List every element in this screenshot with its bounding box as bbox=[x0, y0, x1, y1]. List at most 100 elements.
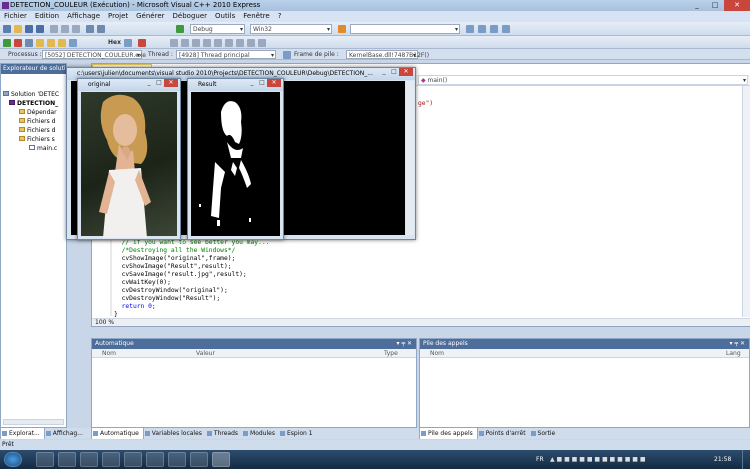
pin-icon[interactable]: ▾ ╤ ✕ bbox=[730, 340, 745, 347]
minimize-button[interactable]: _ bbox=[379, 68, 389, 76]
taskbar-app-icon[interactable] bbox=[80, 452, 98, 467]
result-image-window[interactable]: Result _ □ ✕ bbox=[187, 78, 284, 240]
tab-solution-explorer[interactable]: Explorat... bbox=[0, 428, 45, 439]
column-header-type[interactable]: Type bbox=[384, 349, 398, 358]
toolbar-icon[interactable] bbox=[478, 25, 486, 33]
maximize-button[interactable]: □ bbox=[257, 79, 267, 87]
minimize-button[interactable]: _ bbox=[247, 79, 257, 87]
taskbar-app-icon[interactable] bbox=[124, 452, 142, 467]
close-button[interactable]: ✕ bbox=[267, 79, 281, 87]
hex-toggle[interactable]: Hex bbox=[108, 37, 121, 48]
taskbar-app-icon[interactable] bbox=[168, 452, 186, 467]
horizontal-scrollbar[interactable] bbox=[3, 419, 64, 425]
toolbar-icon[interactable] bbox=[490, 25, 498, 33]
flag-icon[interactable] bbox=[283, 51, 291, 59]
tab-threads[interactable]: Threads bbox=[206, 428, 242, 439]
minimize-button[interactable]: _ bbox=[144, 79, 154, 87]
open-file-icon[interactable] bbox=[14, 25, 22, 33]
menu-edition[interactable]: Edition bbox=[31, 11, 63, 22]
toolbar-icon[interactable] bbox=[502, 25, 510, 33]
toolbar-icon[interactable] bbox=[192, 39, 200, 47]
thread-select[interactable]: [4928] Thread principal bbox=[176, 50, 276, 59]
maximize-button[interactable]: □ bbox=[389, 68, 399, 76]
undo-icon[interactable] bbox=[86, 25, 94, 33]
maximize-button[interactable]: □ bbox=[154, 79, 164, 87]
tree-item-project[interactable]: DETECTION_ bbox=[9, 99, 58, 108]
breakpoint-icon[interactable] bbox=[138, 39, 146, 47]
find-combo[interactable] bbox=[350, 24, 460, 34]
tree-item-main-file[interactable]: main.c bbox=[29, 144, 57, 153]
toolbar-icon[interactable] bbox=[170, 39, 178, 47]
column-header-name[interactable]: Nom bbox=[430, 349, 444, 358]
tab-locals[interactable]: Variables locales bbox=[144, 428, 206, 439]
platform-select[interactable]: Win32 bbox=[250, 24, 332, 34]
tab-output[interactable]: Sortie bbox=[530, 428, 560, 439]
function-dropdown[interactable]: ◆ main() bbox=[418, 75, 748, 85]
close-button[interactable]: ✕ bbox=[399, 68, 413, 76]
taskbar-app-icon[interactable] bbox=[36, 452, 54, 467]
toolbar-icon[interactable] bbox=[466, 25, 474, 33]
tray-icons[interactable]: ▲ ■ ■ ■ ■ ■ ■ ■ ■ ■ ■ ■ ■ bbox=[550, 450, 646, 469]
start-button[interactable] bbox=[4, 452, 22, 467]
menu-fenetre[interactable]: Fenêtre bbox=[239, 11, 273, 22]
show-desktop-button[interactable] bbox=[742, 450, 750, 469]
save-all-icon[interactable] bbox=[36, 25, 44, 33]
toolbar-icon[interactable] bbox=[181, 39, 189, 47]
console-scrollbar[interactable] bbox=[406, 81, 414, 235]
tree-item-folder[interactable]: Fichiers d bbox=[19, 117, 55, 126]
tab-callstack[interactable]: Pile des appels bbox=[419, 428, 478, 439]
step-into-icon[interactable] bbox=[36, 39, 44, 47]
cut-icon[interactable] bbox=[50, 25, 58, 33]
toolbar-icon[interactable] bbox=[258, 39, 266, 47]
column-header-name[interactable]: Nom bbox=[102, 349, 116, 358]
menu-outils[interactable]: Outils bbox=[211, 11, 239, 22]
taskbar-app-icon[interactable] bbox=[58, 452, 76, 467]
vertical-scrollbar[interactable] bbox=[742, 86, 750, 317]
original-image-window[interactable]: original _ □ ✕ bbox=[77, 78, 181, 240]
tab-autos[interactable]: Automatique bbox=[91, 428, 144, 439]
column-header-value[interactable]: Valeur bbox=[196, 349, 215, 358]
taskbar-app-icon[interactable] bbox=[102, 452, 120, 467]
menu-fichier[interactable]: Fichier bbox=[0, 11, 31, 22]
save-icon[interactable] bbox=[25, 25, 33, 33]
taskbar-app-icon[interactable] bbox=[146, 452, 164, 467]
toolbar-icon[interactable] bbox=[247, 39, 255, 47]
frame-select[interactable]: KernelBase.dll!7487B12F() bbox=[346, 50, 429, 59]
maximize-button[interactable]: □ bbox=[706, 0, 724, 11]
paste-icon[interactable] bbox=[72, 25, 80, 33]
tree-item-solution[interactable]: Solution 'DETEC bbox=[3, 90, 59, 99]
column-header-language[interactable]: Lang bbox=[726, 349, 741, 358]
toolbar-icon[interactable] bbox=[236, 39, 244, 47]
tab-modules[interactable]: Modules bbox=[242, 428, 279, 439]
tree-item-folder[interactable]: Fichiers s bbox=[19, 135, 55, 144]
menu-affichage[interactable]: Affichage bbox=[63, 11, 104, 22]
menu-generer[interactable]: Générer bbox=[132, 11, 168, 22]
copy-icon[interactable] bbox=[61, 25, 69, 33]
restart-icon[interactable] bbox=[25, 39, 33, 47]
tab-breakpoints[interactable]: Points d'arrêt bbox=[478, 428, 530, 439]
minimize-button[interactable]: _ bbox=[688, 0, 706, 11]
stop-icon[interactable] bbox=[14, 39, 22, 47]
close-button[interactable]: ✕ bbox=[724, 0, 750, 11]
toolbar-icon[interactable] bbox=[225, 39, 233, 47]
toolbar-icon[interactable] bbox=[69, 39, 77, 47]
menu-projet[interactable]: Projet bbox=[104, 11, 132, 22]
menu-deboguer[interactable]: Déboguer bbox=[169, 11, 212, 22]
zoom-level[interactable]: 100 % bbox=[92, 318, 750, 326]
tree-item-dependencies[interactable]: Dépendar bbox=[19, 108, 57, 117]
tree-item-folder[interactable]: Fichiers d bbox=[19, 126, 55, 135]
language-indicator[interactable]: FR bbox=[536, 450, 544, 469]
new-project-icon[interactable] bbox=[3, 25, 11, 33]
config-select[interactable]: Debug bbox=[190, 24, 245, 34]
step-icon[interactable] bbox=[3, 39, 11, 47]
redo-icon[interactable] bbox=[97, 25, 105, 33]
toolbar-icon[interactable] bbox=[124, 39, 132, 47]
processus-select[interactable]: [5052] DETECTION_COULEUR.exe bbox=[42, 50, 146, 59]
clock[interactable]: 21:58 bbox=[714, 450, 731, 469]
continue-icon[interactable] bbox=[176, 25, 184, 33]
toolbar-icon[interactable] bbox=[203, 39, 211, 47]
taskbar-app-icon[interactable] bbox=[190, 452, 208, 467]
step-out-icon[interactable] bbox=[58, 39, 66, 47]
find-icon[interactable] bbox=[338, 25, 346, 33]
close-button[interactable]: ✕ bbox=[164, 79, 178, 87]
